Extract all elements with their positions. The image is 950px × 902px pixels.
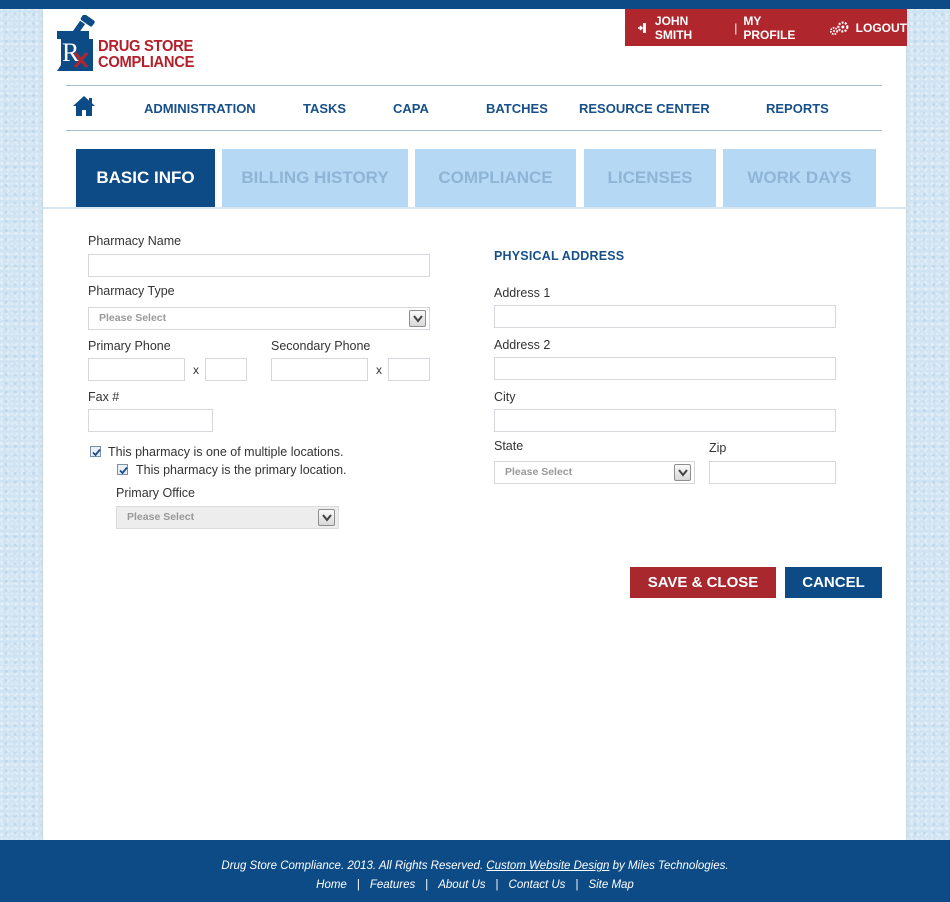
physical-address-heading: PHYSICAL ADDRESS bbox=[494, 249, 625, 263]
nav-item-administration[interactable]: ADMINISTRATION bbox=[144, 101, 256, 116]
primary-location-label: This pharmacy is the primary location. bbox=[136, 463, 347, 477]
secondary-phone-input[interactable] bbox=[271, 358, 368, 381]
custom-website-design-link[interactable]: Custom Website Design bbox=[486, 860, 609, 872]
chevron-down-icon[interactable] bbox=[409, 310, 426, 327]
chevron-down-icon[interactable] bbox=[318, 509, 335, 526]
page-container: R DRUG STORE COMPLIANCE JOHN SMITH | MY … bbox=[42, 9, 908, 840]
primary-ext-separator: x bbox=[193, 363, 199, 377]
footer-link-contact-us[interactable]: Contact Us bbox=[509, 879, 566, 891]
chevron-down-icon[interactable] bbox=[674, 464, 691, 481]
footer-divider: | bbox=[425, 879, 429, 891]
address1-label: Address 1 bbox=[494, 286, 551, 300]
city-label: City bbox=[494, 390, 516, 404]
nav-item-resource-center[interactable]: RESOURCE CENTER bbox=[579, 101, 710, 116]
userbar-separator: | bbox=[734, 20, 738, 35]
home-icon[interactable] bbox=[72, 95, 96, 117]
tab-bar: BASIC INFO BILLING HISTORY COMPLIANCE LI… bbox=[43, 149, 908, 209]
zip-input[interactable] bbox=[709, 461, 836, 484]
footer-copyright: Drug Store Compliance. 2013. All Rights … bbox=[0, 860, 950, 872]
nav-item-capa[interactable]: CAPA bbox=[393, 101, 429, 116]
primary-phone-input[interactable] bbox=[88, 358, 185, 381]
gears-icon[interactable] bbox=[828, 20, 850, 36]
pharmacy-type-select[interactable]: Please Select bbox=[88, 307, 430, 330]
brand-name-line1: DRUG STORE bbox=[98, 38, 194, 55]
address2-input[interactable] bbox=[494, 357, 836, 380]
state-selected: Please Select bbox=[505, 466, 573, 478]
tab-billing-history[interactable]: BILLING HISTORY bbox=[222, 149, 408, 207]
zip-label: Zip bbox=[709, 441, 727, 455]
footer-divider: | bbox=[356, 879, 360, 891]
pharmacy-name-input[interactable] bbox=[88, 254, 430, 277]
secondary-ext-separator: x bbox=[376, 363, 382, 377]
username-link[interactable]: JOHN SMITH bbox=[655, 14, 728, 42]
checkmark-icon bbox=[119, 466, 128, 475]
secondary-phone-label: Secondary Phone bbox=[271, 339, 371, 353]
primary-location-checkbox[interactable] bbox=[117, 464, 128, 475]
pharmacy-name-label: Pharmacy Name bbox=[88, 234, 182, 248]
site-footer: Drug Store Compliance. 2013. All Rights … bbox=[0, 840, 950, 902]
secondary-phone-ext-input[interactable] bbox=[388, 358, 430, 381]
footer-link-home[interactable]: Home bbox=[316, 879, 347, 891]
state-select[interactable]: Please Select bbox=[494, 461, 695, 484]
cancel-button[interactable]: CANCEL bbox=[785, 567, 882, 598]
brand-logo[interactable]: R DRUG STORE COMPLIANCE bbox=[55, 15, 205, 77]
footer-divider: | bbox=[495, 879, 499, 891]
fax-label: Fax # bbox=[88, 390, 120, 404]
logout-link[interactable]: LOGOUT bbox=[856, 21, 907, 35]
footer-divider: | bbox=[575, 879, 579, 891]
pharmacy-type-label: Pharmacy Type bbox=[88, 284, 175, 298]
address2-label: Address 2 bbox=[494, 338, 551, 352]
brand-name-line2: COMPLIANCE bbox=[98, 54, 195, 71]
nav-item-tasks[interactable]: TASKS bbox=[303, 101, 346, 116]
multiple-locations-label: This pharmacy is one of multiple locatio… bbox=[108, 445, 344, 459]
main-navigation: ADMINISTRATION TASKS CAPA BATCHES RESOUR… bbox=[66, 85, 882, 131]
my-profile-link[interactable]: MY PROFILE bbox=[743, 14, 815, 42]
primary-phone-ext-input[interactable] bbox=[205, 358, 247, 381]
save-and-close-button[interactable]: SAVE & CLOSE bbox=[630, 567, 776, 598]
primary-office-select[interactable]: Please Select bbox=[116, 506, 339, 529]
footer-credit-text: by Miles Technologies. bbox=[612, 860, 729, 872]
state-label: State bbox=[494, 439, 524, 453]
footer-link-about-us[interactable]: About Us bbox=[438, 879, 485, 891]
footer-link-site-map[interactable]: Site Map bbox=[588, 879, 633, 891]
footer-link-features[interactable]: Features bbox=[370, 879, 415, 891]
primary-office-selected: Please Select bbox=[127, 511, 195, 523]
brand-name: DRUG STORE COMPLIANCE bbox=[98, 39, 194, 71]
copyright-text: Drug Store Compliance. 2013. All Rights … bbox=[221, 860, 484, 872]
footer-links: Home | Features | About Us | Contact Us | Site M… bbox=[0, 879, 950, 891]
user-enter-icon bbox=[637, 22, 646, 33]
city-input[interactable] bbox=[494, 409, 836, 432]
user-menu-bar: JOHN SMITH | MY PROFILE LOGOUT bbox=[625, 9, 907, 46]
tab-work-days[interactable]: WORK DAYS bbox=[723, 149, 876, 207]
tab-compliance[interactable]: COMPLIANCE bbox=[415, 149, 576, 207]
mortar-pestle-icon: R bbox=[57, 15, 95, 71]
nav-item-batches[interactable]: BATCHES bbox=[486, 101, 548, 116]
checkmark-icon bbox=[92, 448, 101, 457]
primary-office-label: Primary Office bbox=[116, 486, 195, 500]
address1-input[interactable] bbox=[494, 305, 836, 328]
tab-licenses[interactable]: LICENSES bbox=[584, 149, 716, 207]
primary-phone-label: Primary Phone bbox=[88, 339, 171, 353]
multiple-locations-checkbox[interactable] bbox=[90, 446, 101, 457]
tab-basic-info[interactable]: BASIC INFO bbox=[76, 149, 215, 207]
nav-item-reports[interactable]: REPORTS bbox=[766, 101, 829, 116]
fax-input[interactable] bbox=[88, 409, 213, 432]
pharmacy-type-selected: Please Select bbox=[99, 312, 167, 324]
top-accent-bar bbox=[0, 0, 950, 9]
